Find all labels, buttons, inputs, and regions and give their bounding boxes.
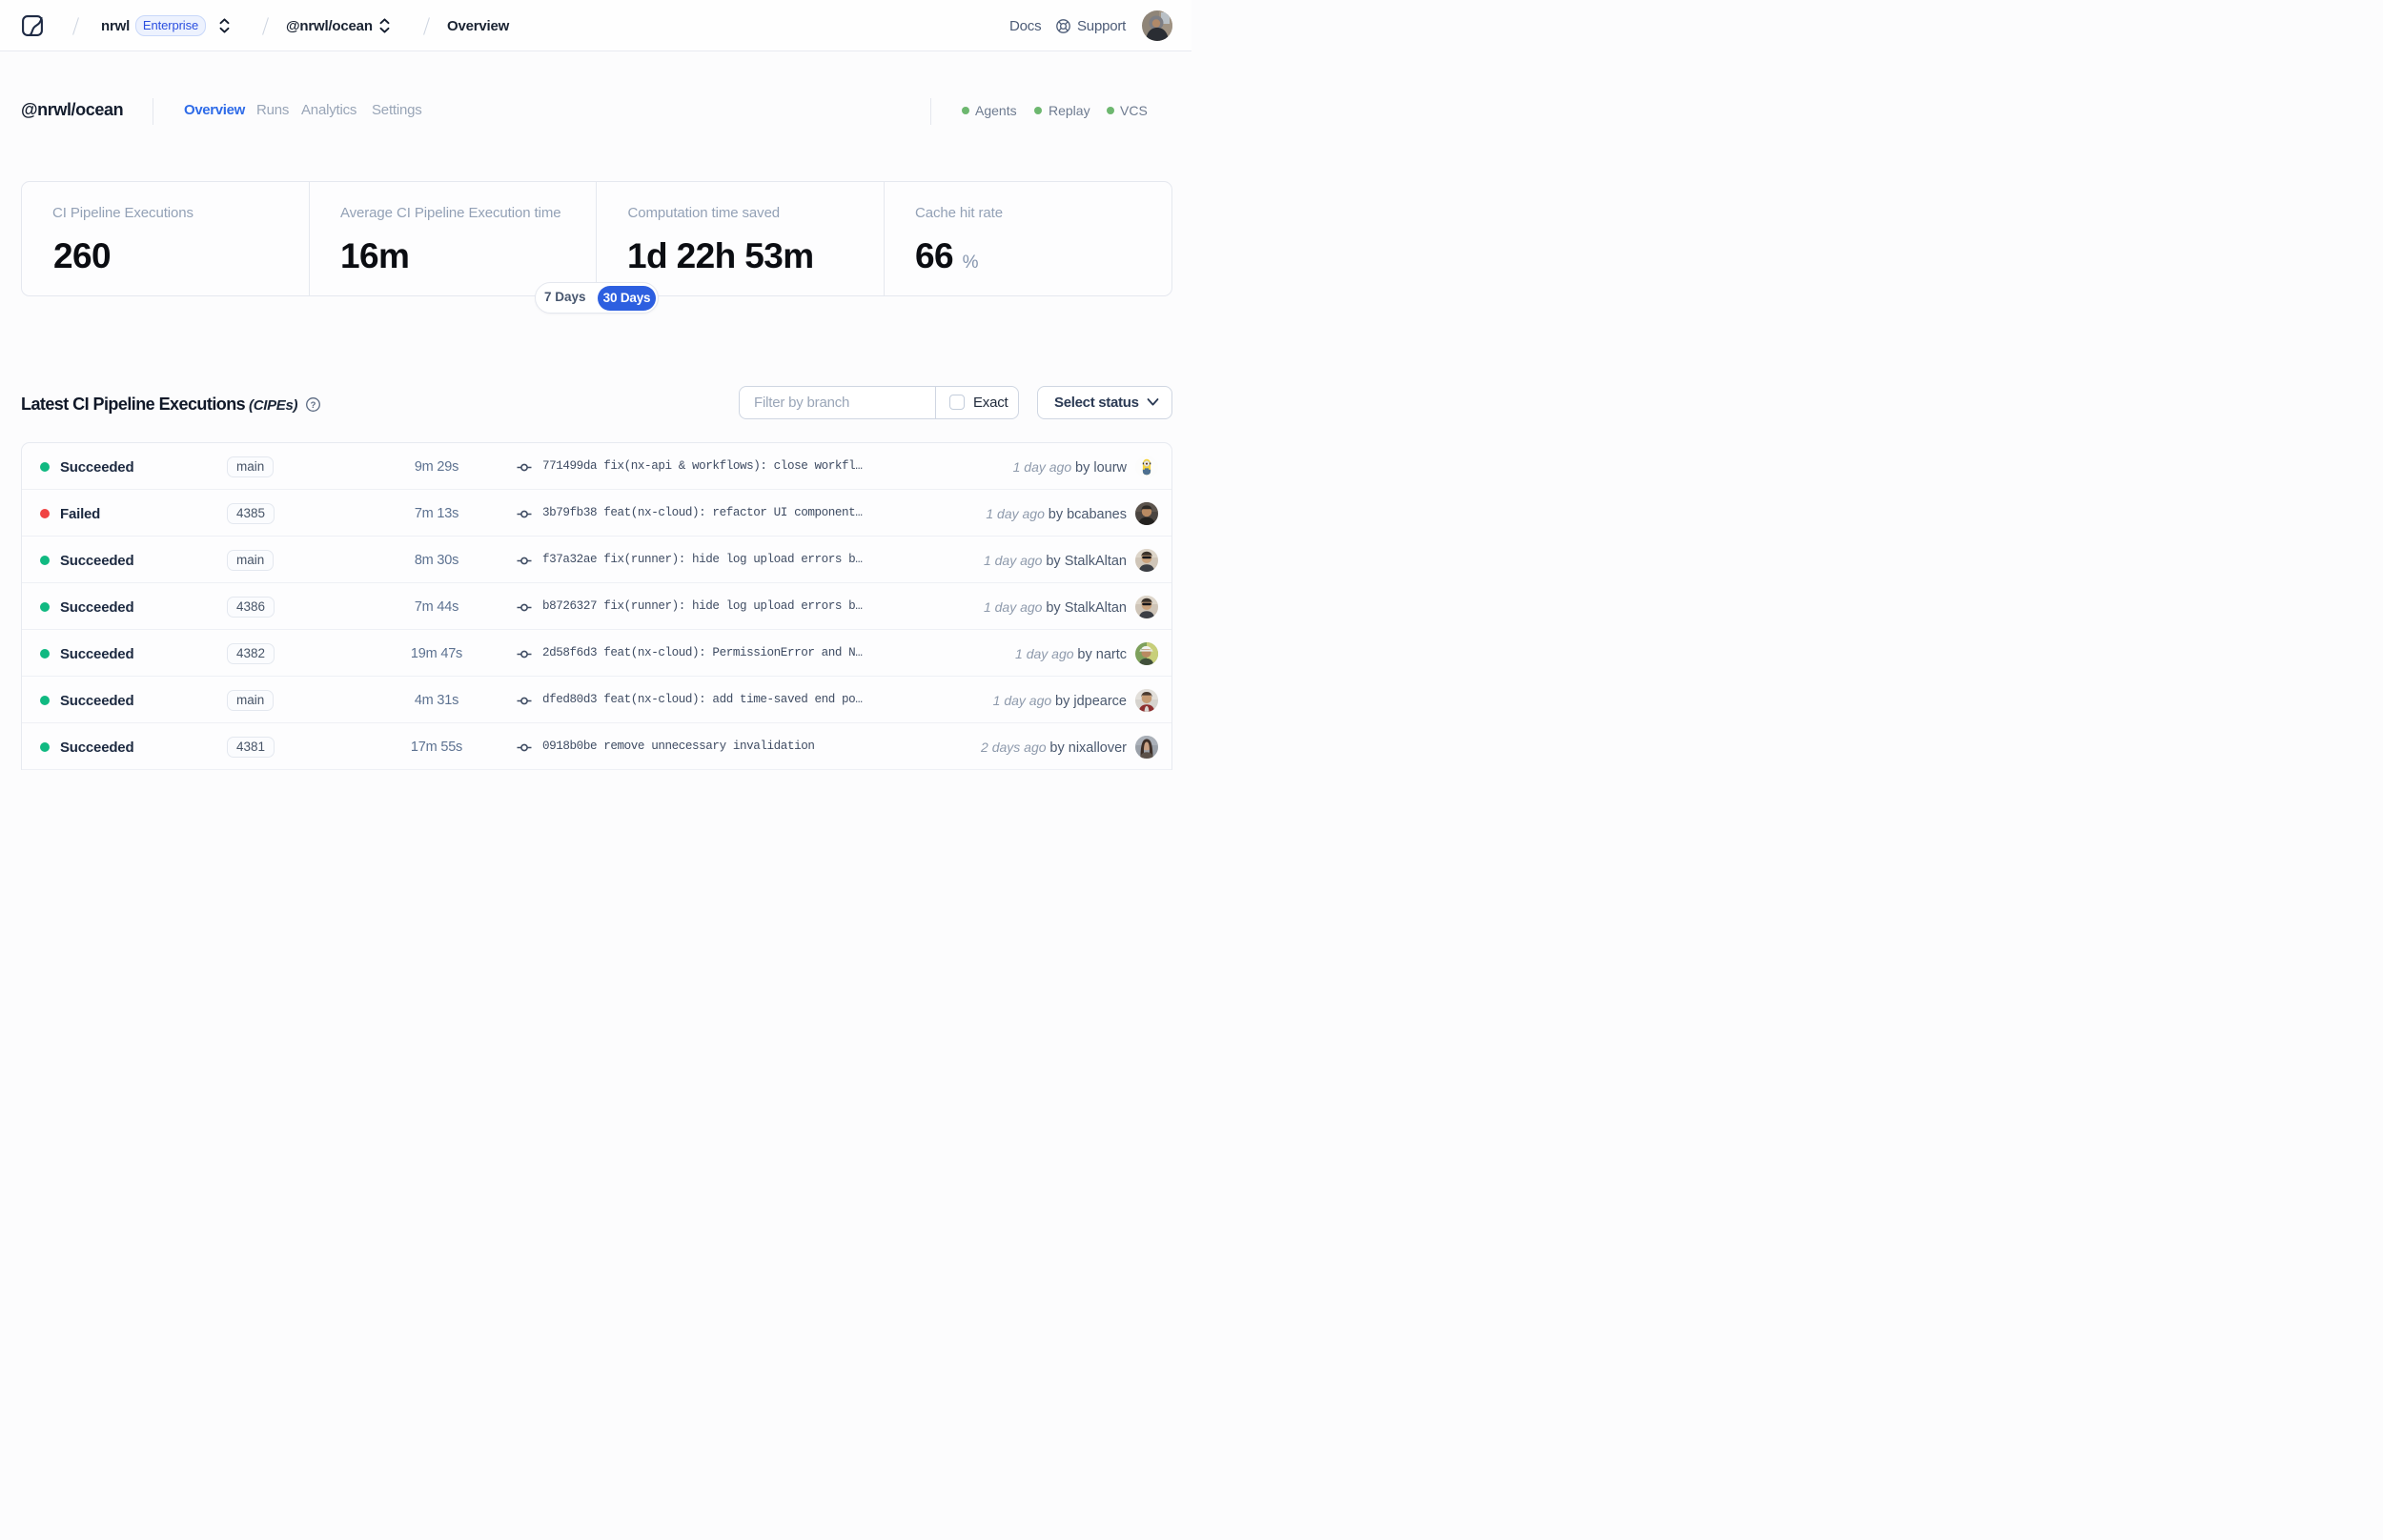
svg-text:?: ? <box>311 400 316 411</box>
